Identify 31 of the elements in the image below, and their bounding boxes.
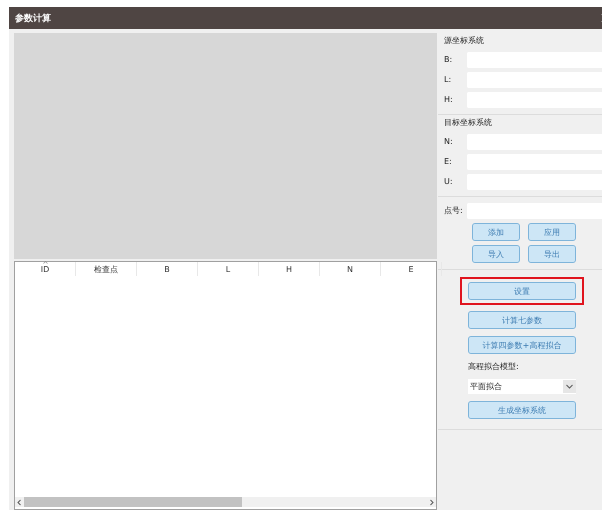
column-header[interactable]: L	[198, 262, 259, 276]
action-button[interactable]: 设置	[468, 282, 576, 300]
action-button[interactable]: 导出	[528, 245, 576, 263]
action-button[interactable]: 计算四参数+高程拟合	[468, 336, 576, 354]
column-header[interactable]: H	[259, 262, 320, 276]
action-button[interactable]: 应用	[528, 223, 576, 241]
scrollbar-thumb[interactable]	[24, 497, 242, 507]
action-button[interactable]: 计算七参数	[468, 311, 576, 329]
generate-button[interactable]: 生成坐标系统	[468, 401, 576, 419]
action-button[interactable]: 添加	[472, 223, 520, 241]
field-label: 点号:	[444, 205, 464, 216]
field-label: N:	[444, 137, 454, 146]
field-label: E:	[444, 157, 453, 166]
column-header[interactable]: B	[137, 262, 198, 276]
group-title: 目标坐标系统	[444, 117, 493, 128]
window-title: 参数计算	[15, 12, 51, 24]
field-label: L:	[444, 75, 452, 84]
field-label: 高程拟合模型:	[467, 361, 520, 372]
field-label: U:	[444, 177, 454, 186]
column-header[interactable]: E	[381, 262, 442, 276]
field-label: H:	[444, 95, 454, 104]
model-dropdown[interactable]: 平面拟合	[468, 379, 576, 394]
field-label: B:	[444, 55, 454, 64]
action-button[interactable]: 导入	[472, 245, 520, 263]
group-title: 源坐标系统	[444, 35, 485, 46]
scroll-left-icon[interactable]	[15, 498, 24, 506]
column-header[interactable]: ID	[15, 262, 76, 276]
column-header[interactable]: 检查点	[76, 262, 137, 276]
column-header[interactable]: N	[320, 262, 381, 276]
caret-icon	[563, 380, 576, 393]
scroll-right-icon[interactable]	[427, 498, 436, 506]
